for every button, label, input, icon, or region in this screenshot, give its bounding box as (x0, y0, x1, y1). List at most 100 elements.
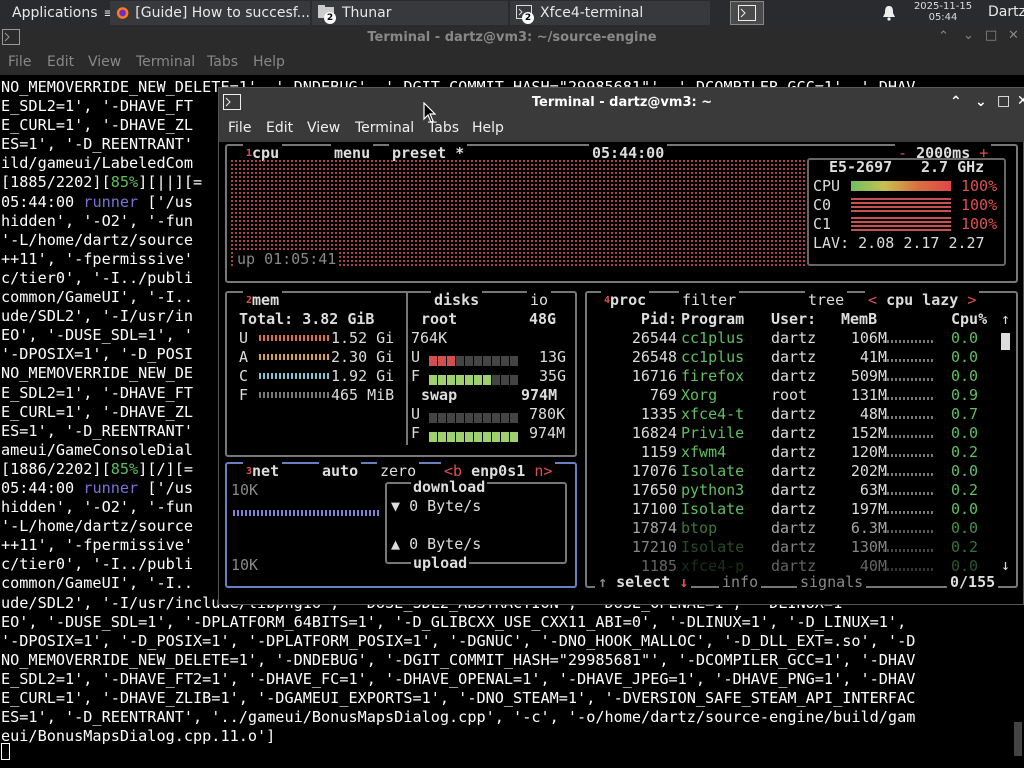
io-tab[interactable]: io (527, 291, 552, 310)
cell-cpu: 0.0 (951, 500, 979, 518)
cell-program: Isolate (681, 500, 745, 518)
proc-sort-selector[interactable]: < cpu lazy > (865, 291, 980, 310)
cell-mem: 130M (850, 538, 887, 556)
col-pid[interactable]: Pid: (587, 310, 677, 329)
table-row[interactable]: 1159 xfwm4 dartz 120M 0.2 (587, 443, 997, 462)
proc-tab[interactable]: 4proc (601, 291, 650, 310)
menu-help[interactable]: Help (472, 120, 504, 136)
table-row[interactable]: 26548 cc1plus dartz 41M 0.0 (587, 348, 997, 367)
title-bar[interactable]: Terminal - dartz@vm3: ~ ⌃ ⌄ □ ✕ (219, 88, 1024, 116)
mem-used-meter (259, 335, 331, 341)
clock-date: 2025-11-15 (913, 1, 973, 12)
minimize-icon[interactable]: ⌃ (950, 94, 962, 110)
taskbar-thunar[interactable]: 2 Thunar (312, 1, 508, 25)
disk-swap-free-meter (429, 428, 521, 442)
scroll-down-icon[interactable]: ↓ (1001, 556, 1010, 575)
close-icon[interactable]: ✕ (1008, 28, 1019, 43)
disks-tab[interactable]: disks (431, 291, 483, 310)
taskbar-terminal[interactable]: 2 Xfce4-terminal (510, 1, 710, 25)
disk-root-free-label: F (411, 367, 421, 385)
workspace-switcher[interactable] (730, 1, 764, 25)
menu-view[interactable]: View (88, 54, 121, 70)
table-row[interactable]: 16824 Privile dartz 152M 0.0 (587, 424, 997, 443)
col-mem[interactable]: MemB (841, 310, 877, 329)
menu-terminal[interactable]: Terminal (136, 54, 195, 70)
table-row[interactable]: 1335 xfce4-t dartz 48M 0.7 (587, 405, 997, 424)
clock-time: 05:44 (928, 12, 958, 23)
menu-terminal[interactable]: Terminal (355, 120, 414, 136)
proc-scrollbar[interactable] (1001, 333, 1010, 350)
mem-tab[interactable]: 2mem (243, 291, 283, 310)
net-scale-bottom: 10K (231, 556, 259, 574)
net-auto-toggle[interactable]: auto (319, 462, 362, 481)
menu-file[interactable]: File (8, 54, 31, 70)
terminal-icon (738, 5, 756, 21)
disk-root-label: root (421, 310, 458, 328)
menu-help[interactable]: Help (253, 54, 285, 70)
scroll-up-icon[interactable]: ↑ (1001, 310, 1010, 329)
taskbar-label: Thunar (342, 5, 392, 21)
upload-value: ▲ 0 Byte/s (391, 535, 482, 553)
menu-file[interactable]: File (228, 120, 251, 136)
maximize-icon[interactable]: □ (997, 93, 1010, 109)
menu-edit[interactable]: Edit (266, 120, 293, 136)
firefox-icon (116, 7, 129, 19)
cell-program: Isolate (681, 538, 745, 556)
table-row[interactable]: 17076 Isolate dartz 202M 0.0 (587, 462, 997, 481)
applications-menu[interactable]: Applications ≡ (0, 1, 110, 25)
cell-cpu: 0.0 (951, 424, 979, 442)
net-tab[interactable]: 3net (243, 462, 283, 481)
table-row[interactable]: 17210 Isolate dartz 130M 0.2 (587, 538, 997, 557)
table-row[interactable]: 16716 firefox dartz 509M 0.0 (587, 367, 997, 386)
cell-program: Isolate (681, 462, 745, 480)
table-row[interactable]: 17874 btop dartz 6.3M 0.0 (587, 519, 997, 538)
proc-tree-toggle[interactable]: tree (805, 291, 848, 310)
terminal-line: '-DPOSIX=1', '-D_POSIX=1', '-DPLATFORM_P… (1, 631, 916, 650)
menu-edit[interactable]: Edit (47, 54, 74, 70)
table-row[interactable]: 26544 cc1plus dartz 106M 0.0 (587, 329, 997, 348)
disk-swap-used-meter (429, 409, 521, 423)
table-row[interactable]: 17650 python3 dartz 63M 0.2 (587, 481, 997, 500)
shade-icon[interactable]: ⌄ (963, 28, 974, 43)
user-menu[interactable]: Dartz (988, 4, 1024, 20)
cpu-row-label: CPU (813, 177, 841, 195)
table-row[interactable]: 17100 Isolate dartz 197M 0.0 (587, 500, 997, 519)
btop-monitor[interactable]: 1cpu menu preset * 05:44:00 - 2000ms + u… (219, 142, 1024, 604)
title-bar[interactable]: Terminal - dartz@vm3: ~/source-engine ⌃ … (0, 26, 1024, 50)
close-icon[interactable]: ✕ (1017, 93, 1024, 109)
notification-bell-icon[interactable] (882, 5, 896, 21)
cpu-sparkline (883, 454, 935, 457)
cpu-sparkline (883, 416, 935, 419)
cpu-sparkline (883, 492, 935, 495)
cpu-row-pct: 100% (961, 177, 998, 195)
proc-filter[interactable]: filter (679, 291, 740, 310)
cell-mem: 120M (850, 443, 887, 461)
cell-pid: 769 (649, 386, 677, 404)
cell-program: Xorg (681, 386, 718, 404)
minimize-icon[interactable]: ⌃ (938, 29, 949, 44)
cpu-info-box: E5-2697 2.7 GHz CPU 100% C0 100% C1 100%… (807, 158, 1006, 266)
cpu-model: E5-2697 (829, 158, 893, 176)
taskbar-firefox[interactable]: [Guide] How to succesf... (110, 1, 310, 25)
upload-label: upload (411, 554, 470, 573)
table-row[interactable]: 769 Xorg root 131M 0.9 (587, 386, 997, 405)
col-user[interactable]: User: (771, 310, 816, 329)
col-program[interactable]: Program (681, 310, 744, 329)
clock[interactable]: 2025-11-15 05:44 (908, 1, 978, 23)
col-cpu[interactable]: Cpu% (951, 310, 987, 329)
proc-select[interactable]: ↑ select ↓ (595, 573, 692, 592)
proc-signals[interactable]: signals (797, 573, 867, 592)
cell-cpu: 0.0 (951, 329, 979, 347)
cell-pid: 16824 (631, 424, 677, 442)
top-panel: Applications ≡ [Guide] How to succesf...… (0, 0, 1024, 26)
shade-icon[interactable]: ⌄ (975, 94, 987, 110)
proc-info[interactable]: info (719, 573, 762, 592)
terminal-line: EO', '-DUSE_SDL=1', '-DPLATFORM_64BITS=1… (1, 612, 907, 631)
scrollbar[interactable] (1014, 722, 1022, 756)
maximize-icon[interactable]: □ (985, 28, 997, 43)
cell-cpu: 0.2 (951, 443, 979, 461)
menu-view[interactable]: View (307, 120, 340, 136)
cpu-core1-graph (851, 217, 951, 231)
folder-icon: 2 (318, 5, 336, 24)
menu-tabs[interactable]: Tabs (207, 54, 238, 70)
